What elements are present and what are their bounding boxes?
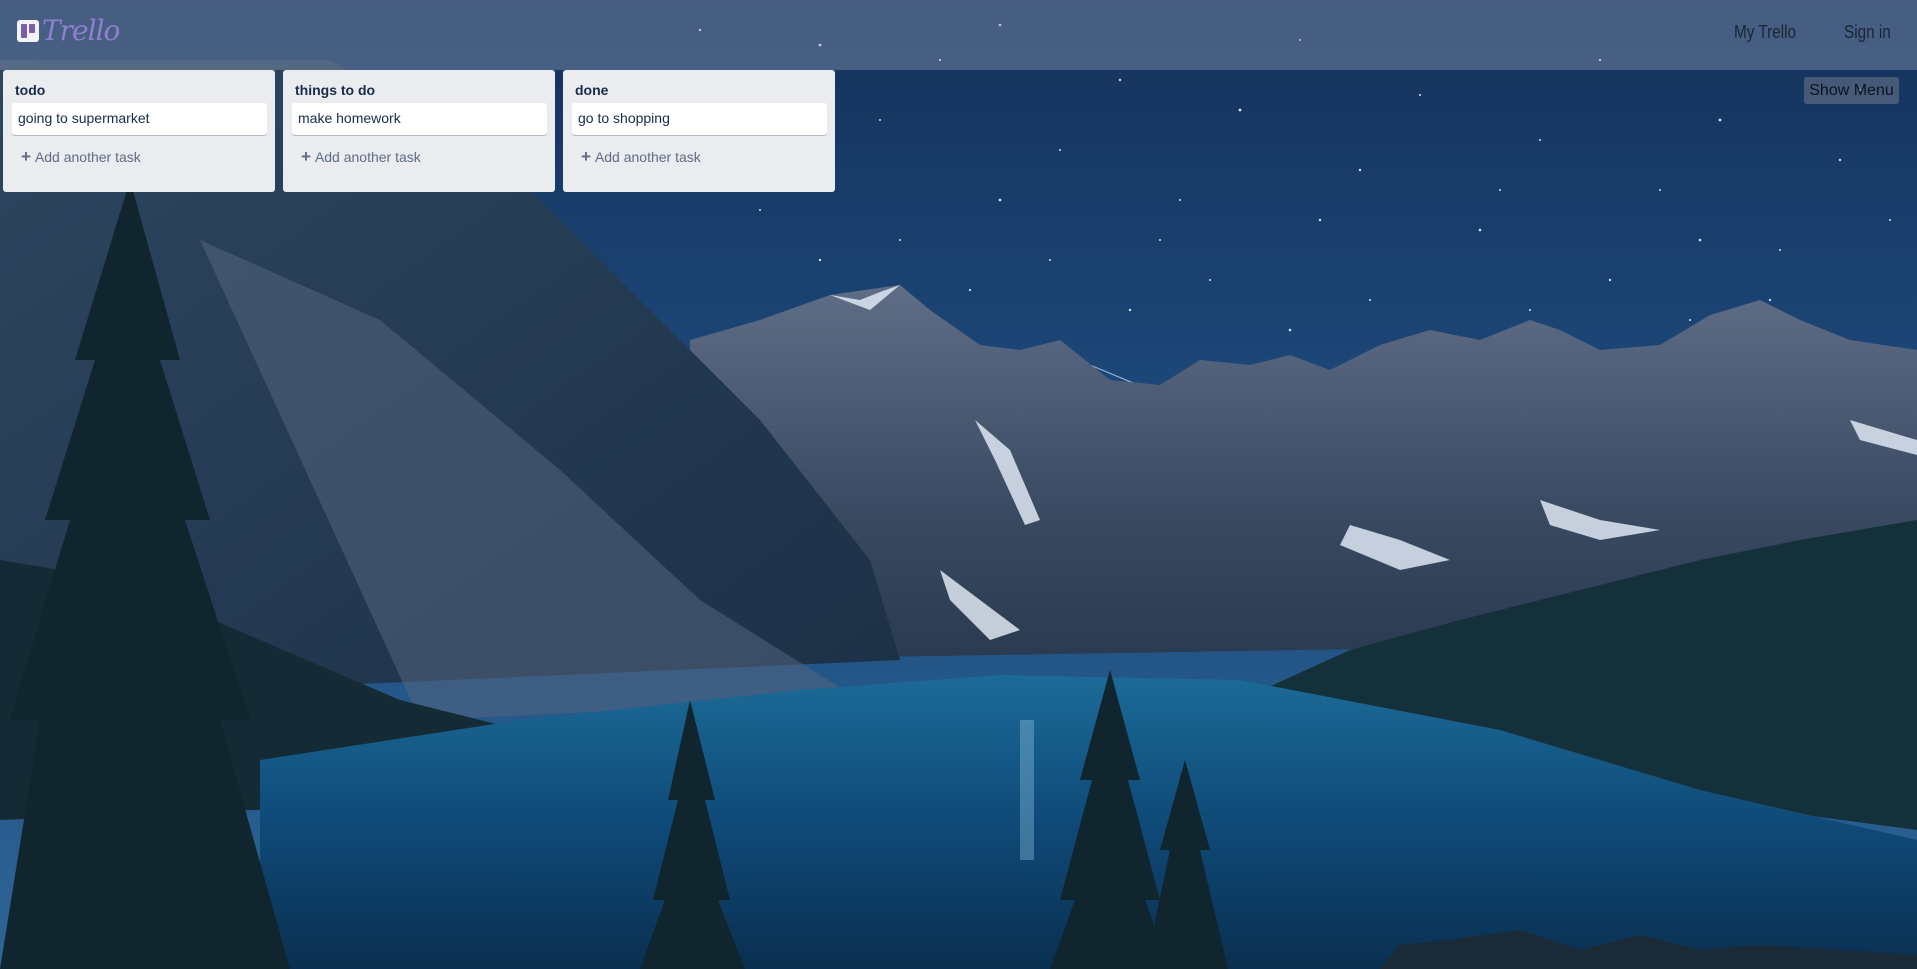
task-card[interactable]: go to shopping [572, 103, 827, 135]
task-card[interactable]: going to supermarket [12, 103, 267, 135]
board-page: Trello My Trello Sign in Show Menu todo … [0, 0, 1917, 969]
sign-in-link[interactable]: Sign in [1844, 22, 1891, 43]
add-task-label: Add another task [34, 149, 141, 165]
top-header: Trello My Trello Sign in [0, 0, 1917, 70]
plus-icon: + [21, 147, 31, 166]
list-title[interactable]: todo [15, 80, 267, 100]
add-task-label: Add another task [594, 149, 701, 165]
list-todo: todo going to supermarket + Add another … [3, 70, 275, 192]
add-task-label: Add another task [314, 149, 421, 165]
list-title[interactable]: things to do [295, 80, 547, 100]
list-done: done go to shopping + Add another task [563, 70, 835, 192]
my-trello-link[interactable]: My Trello [1734, 22, 1796, 43]
add-task-button[interactable]: + Add another task [292, 145, 547, 169]
list-title[interactable]: done [575, 80, 827, 100]
task-card[interactable]: make homework [292, 103, 547, 135]
add-task-button[interactable]: + Add another task [572, 145, 827, 169]
show-menu-button[interactable]: Show Menu [1804, 77, 1899, 104]
plus-icon: + [581, 147, 591, 166]
list-things-to-do: things to do make homework + Add another… [283, 70, 555, 192]
logo[interactable]: Trello [17, 14, 120, 47]
logo-text: Trello [42, 14, 120, 47]
add-task-button[interactable]: + Add another task [12, 145, 267, 169]
plus-icon: + [301, 147, 311, 166]
trello-logo-icon [17, 19, 39, 42]
